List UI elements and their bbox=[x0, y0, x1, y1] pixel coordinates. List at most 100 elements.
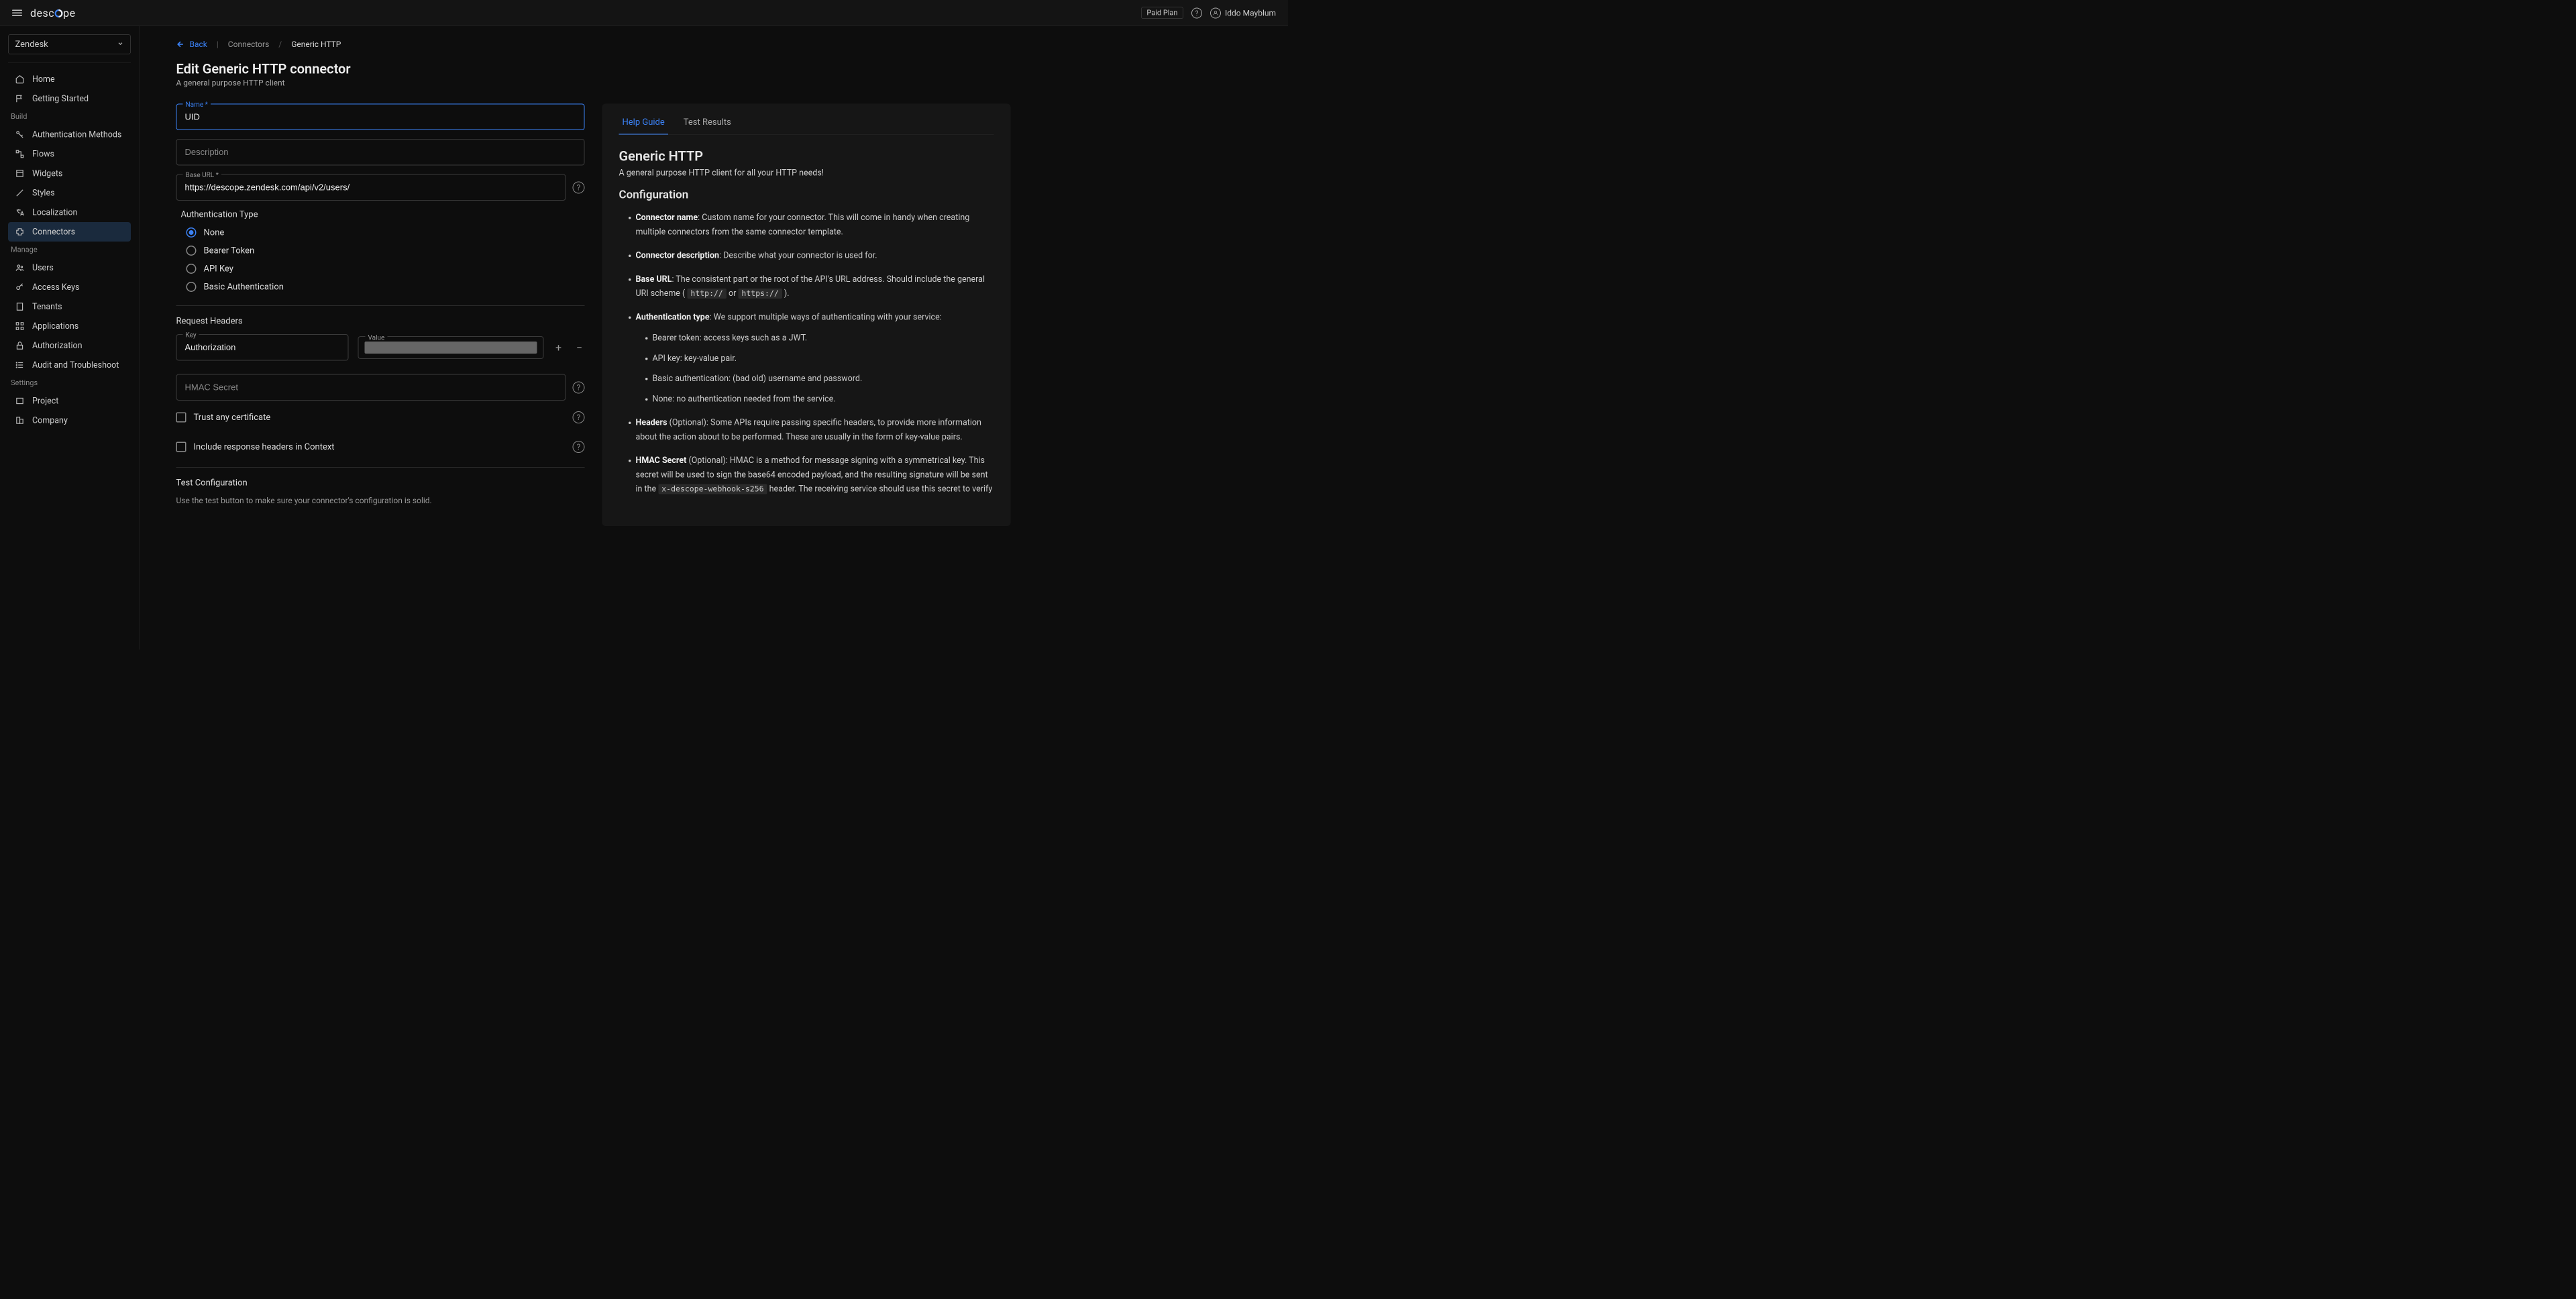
page-title: Edit Generic HTTP connector bbox=[176, 61, 1289, 77]
sidebar-item-applications[interactable]: Applications bbox=[8, 317, 131, 336]
sidebar-item-localization[interactable]: Localization bbox=[8, 203, 131, 222]
menu-icon[interactable] bbox=[12, 10, 22, 17]
radio-label: API Key bbox=[204, 264, 233, 274]
add-header-button[interactable]: + bbox=[553, 342, 564, 353]
description-input[interactable] bbox=[176, 139, 585, 166]
radio-label: Bearer Token bbox=[204, 246, 255, 256]
help-panel: Help Guide Test Results Generic HTTP A g… bbox=[602, 104, 1011, 526]
user-menu[interactable]: Iddo Mayblum bbox=[1210, 7, 1276, 18]
nav-label: Authorization bbox=[32, 341, 83, 351]
remove-header-button[interactable]: − bbox=[574, 342, 585, 353]
masked-value bbox=[365, 342, 537, 354]
sidebar-item-authorization[interactable]: Authorization bbox=[8, 336, 131, 356]
radio-apikey[interactable]: API Key bbox=[186, 264, 585, 274]
building-icon bbox=[15, 302, 25, 312]
include-headers-checkbox[interactable] bbox=[176, 442, 186, 452]
help-icon[interactable]: ? bbox=[1191, 7, 1202, 18]
sidebar-item-home[interactable]: Home bbox=[8, 70, 131, 89]
hmac-secret-input[interactable] bbox=[176, 374, 566, 401]
radio-icon bbox=[186, 282, 197, 292]
radio-basic[interactable]: Basic Authentication bbox=[186, 282, 585, 292]
sidebar-item-access-keys[interactable]: Access Keys bbox=[8, 278, 131, 297]
trust-cert-checkbox[interactable] bbox=[176, 413, 186, 423]
tab-help-guide[interactable]: Help Guide bbox=[619, 117, 668, 135]
logo: descpe bbox=[30, 7, 76, 19]
project-switcher[interactable]: Zendesk bbox=[8, 34, 131, 54]
help-icon[interactable]: ? bbox=[573, 381, 585, 393]
section-label-manage: Manage bbox=[8, 242, 131, 258]
user-name: Iddo Mayblum bbox=[1225, 8, 1276, 17]
base-url-input[interactable] bbox=[176, 174, 566, 201]
paid-plan-button[interactable]: Paid Plan bbox=[1141, 7, 1183, 19]
sidebar-item-auth-methods[interactable]: Authentication Methods bbox=[8, 125, 131, 144]
test-config-desc: Use the test button to make sure your co… bbox=[176, 496, 585, 505]
help-icon[interactable]: ? bbox=[573, 411, 585, 423]
name-input[interactable] bbox=[176, 104, 585, 131]
help-subitem: Basic authentication: (bad old) username… bbox=[653, 372, 994, 386]
name-label: Name * bbox=[183, 101, 211, 109]
nav-label: Company bbox=[32, 415, 68, 425]
sidebar-item-widgets[interactable]: Widgets bbox=[8, 164, 131, 183]
section-label-settings: Settings bbox=[8, 375, 131, 392]
help-icon[interactable]: ? bbox=[573, 441, 585, 453]
separator: | bbox=[217, 40, 219, 49]
separator: / bbox=[278, 40, 282, 49]
auth-type-label: Authentication Type bbox=[181, 209, 585, 219]
sidebar-item-connectors[interactable]: Connectors bbox=[8, 222, 131, 242]
help-item: Authentication type: We support multiple… bbox=[636, 310, 994, 406]
key-icon bbox=[15, 282, 25, 293]
header-key-input[interactable] bbox=[176, 334, 349, 361]
form-column: Name * Base URL * ? Authentication bbox=[176, 104, 585, 526]
avatar-icon bbox=[1210, 7, 1221, 18]
sidebar-item-tenants[interactable]: Tenants bbox=[8, 297, 131, 317]
radio-bearer[interactable]: Bearer Token bbox=[186, 246, 585, 256]
request-headers-label: Request Headers bbox=[176, 316, 585, 326]
header-value-input[interactable]: Value bbox=[358, 336, 544, 359]
nav-label: Tenants bbox=[32, 302, 62, 312]
help-icon[interactable]: ? bbox=[573, 181, 585, 193]
help-subtitle: A general purpose HTTP client for all yo… bbox=[619, 168, 994, 178]
back-label: Back bbox=[190, 40, 207, 49]
grid-icon bbox=[15, 321, 25, 331]
sidebar-item-audit[interactable]: Audit and Troubleshoot bbox=[8, 356, 131, 375]
translate-icon bbox=[15, 207, 25, 217]
help-subitem: Bearer token: access keys such as a JWT. bbox=[653, 331, 994, 346]
project-name: Zendesk bbox=[15, 40, 48, 50]
flag-icon bbox=[15, 94, 25, 104]
page-subtitle: A general purpose HTTP client bbox=[176, 79, 1289, 88]
sidebar-item-getting-started[interactable]: Getting Started bbox=[8, 89, 131, 109]
home-icon bbox=[15, 74, 25, 85]
tab-test-results[interactable]: Test Results bbox=[680, 117, 735, 135]
help-item: Connector name: Custom name for your con… bbox=[636, 211, 994, 240]
radio-icon bbox=[186, 227, 197, 238]
nav-label: Flows bbox=[32, 149, 54, 159]
help-item: HMAC Secret (Optional): HMAC is a method… bbox=[636, 454, 994, 497]
sidebar-item-company[interactable]: Company bbox=[8, 411, 131, 430]
nav-label: Users bbox=[32, 263, 54, 273]
nav-label: Audit and Troubleshoot bbox=[32, 360, 119, 370]
back-button[interactable]: Back bbox=[176, 40, 207, 49]
help-title: Generic HTTP bbox=[619, 148, 994, 164]
nav-label: Localization bbox=[32, 207, 77, 217]
brush-icon bbox=[15, 188, 25, 198]
nav-label: Project bbox=[32, 396, 58, 406]
sidebar-item-users[interactable]: Users bbox=[8, 258, 131, 278]
nav-label: Connectors bbox=[32, 227, 75, 237]
sidebar-item-styles[interactable]: Styles bbox=[8, 183, 131, 203]
sidebar-item-project[interactable]: Project bbox=[8, 391, 131, 411]
radio-none[interactable]: None bbox=[186, 227, 585, 238]
radio-icon bbox=[186, 264, 197, 274]
radio-label: None bbox=[204, 227, 225, 238]
test-config-label: Test Configuration bbox=[176, 478, 585, 488]
section-label-build: Build bbox=[8, 109, 131, 125]
chevron-down-icon bbox=[117, 40, 124, 50]
radio-icon bbox=[186, 246, 197, 256]
sidebar-item-flows[interactable]: Flows bbox=[8, 144, 131, 164]
breadcrumb-connectors[interactable]: Connectors bbox=[228, 40, 269, 49]
radio-label: Basic Authentication bbox=[204, 282, 284, 292]
header-value-label: Value bbox=[366, 333, 388, 342]
help-subitem: API key: key-value pair. bbox=[653, 352, 994, 366]
help-item: Headers (Optional): Some APIs require pa… bbox=[636, 416, 994, 445]
main-content: Back | Connectors / Generic HTTP Edit Ge… bbox=[140, 26, 1289, 650]
lock-icon bbox=[15, 341, 25, 351]
